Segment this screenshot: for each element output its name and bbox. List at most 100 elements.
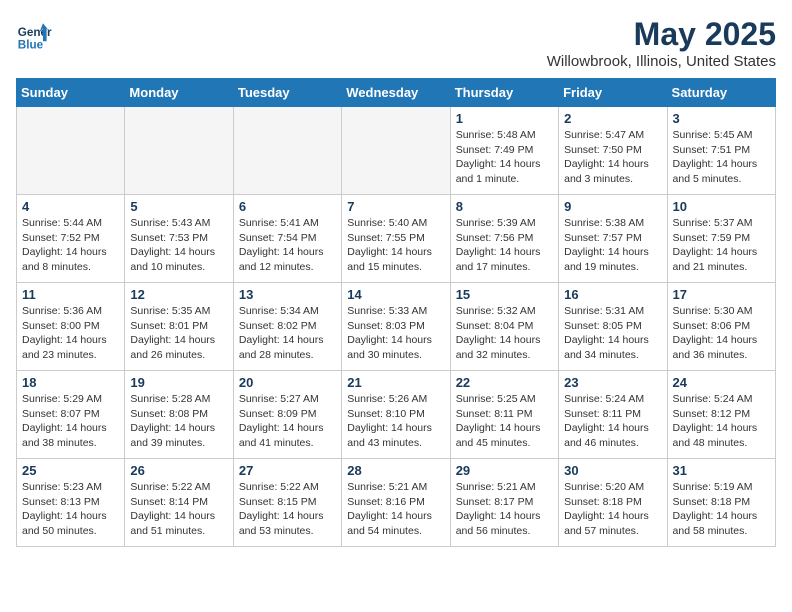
day-number: 14 [347,287,444,302]
page-header: General Blue May 2025 Willowbrook, Illin… [16,16,776,70]
day-cell [125,107,233,195]
day-info: Sunrise: 5:24 AM Sunset: 8:11 PM Dayligh… [564,392,661,451]
day-number: 23 [564,375,661,390]
col-header-friday: Friday [559,79,667,107]
day-info: Sunrise: 5:22 AM Sunset: 8:15 PM Dayligh… [239,480,336,539]
day-number: 12 [130,287,227,302]
day-number: 28 [347,463,444,478]
col-header-wednesday: Wednesday [342,79,450,107]
col-header-monday: Monday [125,79,233,107]
day-number: 4 [22,199,119,214]
day-number: 5 [130,199,227,214]
day-info: Sunrise: 5:34 AM Sunset: 8:02 PM Dayligh… [239,304,336,363]
day-number: 22 [456,375,553,390]
calendar-subtitle: Willowbrook, Illinois, United States [547,53,776,70]
day-cell [342,107,450,195]
day-number: 8 [456,199,553,214]
day-cell: 19 Sunrise: 5:28 AM Sunset: 8:08 PM Dayli… [125,371,233,459]
day-number: 16 [564,287,661,302]
day-info: Sunrise: 5:27 AM Sunset: 8:09 PM Dayligh… [239,392,336,451]
day-number: 31 [673,463,770,478]
day-info: Sunrise: 5:24 AM Sunset: 8:12 PM Dayligh… [673,392,770,451]
day-number: 3 [673,111,770,126]
day-info: Sunrise: 5:28 AM Sunset: 8:08 PM Dayligh… [130,392,227,451]
day-info: Sunrise: 5:22 AM Sunset: 8:14 PM Dayligh… [130,480,227,539]
day-info: Sunrise: 5:41 AM Sunset: 7:54 PM Dayligh… [239,216,336,275]
day-number: 24 [673,375,770,390]
col-header-sunday: Sunday [17,79,125,107]
day-cell: 4 Sunrise: 5:44 AM Sunset: 7:52 PM Daylig… [17,195,125,283]
day-number: 1 [456,111,553,126]
day-info: Sunrise: 5:36 AM Sunset: 8:00 PM Dayligh… [22,304,119,363]
day-number: 27 [239,463,336,478]
day-number: 26 [130,463,227,478]
day-cell: 8 Sunrise: 5:39 AM Sunset: 7:56 PM Daylig… [450,195,558,283]
day-info: Sunrise: 5:21 AM Sunset: 8:17 PM Dayligh… [456,480,553,539]
day-info: Sunrise: 5:37 AM Sunset: 7:59 PM Dayligh… [673,216,770,275]
day-cell: 17 Sunrise: 5:30 AM Sunset: 8:06 PM Dayli… [667,283,775,371]
svg-text:Blue: Blue [18,38,44,51]
day-cell: 3 Sunrise: 5:45 AM Sunset: 7:51 PM Daylig… [667,107,775,195]
day-info: Sunrise: 5:29 AM Sunset: 8:07 PM Dayligh… [22,392,119,451]
week-row-3: 11Sunrise: 5:36 AM Sunset: 8:00 PM Dayli… [17,283,776,371]
day-info: Sunrise: 5:45 AM Sunset: 7:51 PM Dayligh… [673,128,770,187]
day-cell: 9 Sunrise: 5:38 AM Sunset: 7:57 PM Daylig… [559,195,667,283]
day-cell: 11Sunrise: 5:36 AM Sunset: 8:00 PM Dayli… [17,283,125,371]
day-number: 19 [130,375,227,390]
day-info: Sunrise: 5:44 AM Sunset: 7:52 PM Dayligh… [22,216,119,275]
day-cell: 10 Sunrise: 5:37 AM Sunset: 7:59 PM Dayli… [667,195,775,283]
day-info: Sunrise: 5:40 AM Sunset: 7:55 PM Dayligh… [347,216,444,275]
day-number: 17 [673,287,770,302]
col-header-thursday: Thursday [450,79,558,107]
day-info: Sunrise: 5:30 AM Sunset: 8:06 PM Dayligh… [673,304,770,363]
calendar-title: May 2025 [547,16,776,53]
day-cell [17,107,125,195]
day-cell: 14 Sunrise: 5:33 AM Sunset: 8:03 PM Dayli… [342,283,450,371]
day-number: 30 [564,463,661,478]
day-cell: 26 Sunrise: 5:22 AM Sunset: 8:14 PM Dayli… [125,459,233,547]
day-cell: 12 Sunrise: 5:35 AM Sunset: 8:01 PM Dayli… [125,283,233,371]
svg-text:General: General [18,26,52,39]
day-info: Sunrise: 5:31 AM Sunset: 8:05 PM Dayligh… [564,304,661,363]
day-number: 21 [347,375,444,390]
day-info: Sunrise: 5:35 AM Sunset: 8:01 PM Dayligh… [130,304,227,363]
week-row-2: 4 Sunrise: 5:44 AM Sunset: 7:52 PM Daylig… [17,195,776,283]
day-info: Sunrise: 5:48 AM Sunset: 7:49 PM Dayligh… [456,128,553,187]
day-cell: 5 Sunrise: 5:43 AM Sunset: 7:53 PM Daylig… [125,195,233,283]
title-block: May 2025 Willowbrook, Illinois, United S… [547,16,776,70]
logo-icon: General Blue [16,16,52,52]
day-info: Sunrise: 5:20 AM Sunset: 8:18 PM Dayligh… [564,480,661,539]
day-info: Sunrise: 5:43 AM Sunset: 7:53 PM Dayligh… [130,216,227,275]
week-row-4: 18 Sunrise: 5:29 AM Sunset: 8:07 PM Dayli… [17,371,776,459]
day-cell: 28 Sunrise: 5:21 AM Sunset: 8:16 PM Dayli… [342,459,450,547]
day-info: Sunrise: 5:19 AM Sunset: 8:18 PM Dayligh… [673,480,770,539]
day-cell: 7 Sunrise: 5:40 AM Sunset: 7:55 PM Daylig… [342,195,450,283]
day-cell [233,107,341,195]
day-cell: 16 Sunrise: 5:31 AM Sunset: 8:05 PM Dayli… [559,283,667,371]
day-number: 7 [347,199,444,214]
day-cell: 29 Sunrise: 5:21 AM Sunset: 8:17 PM Dayli… [450,459,558,547]
day-cell: 25Sunrise: 5:23 AM Sunset: 8:13 PM Dayli… [17,459,125,547]
day-info: Sunrise: 5:39 AM Sunset: 7:56 PM Dayligh… [456,216,553,275]
day-cell: 21 Sunrise: 5:26 AM Sunset: 8:10 PM Dayli… [342,371,450,459]
day-number: 29 [456,463,553,478]
week-row-1: 1 Sunrise: 5:48 AM Sunset: 7:49 PM Daylig… [17,107,776,195]
day-cell: 27 Sunrise: 5:22 AM Sunset: 8:15 PM Dayli… [233,459,341,547]
day-info: Sunrise: 5:23 AM Sunset: 8:13 PM Dayligh… [22,480,119,539]
day-cell: 1 Sunrise: 5:48 AM Sunset: 7:49 PM Daylig… [450,107,558,195]
day-cell: 23 Sunrise: 5:24 AM Sunset: 8:11 PM Dayli… [559,371,667,459]
day-info: Sunrise: 5:47 AM Sunset: 7:50 PM Dayligh… [564,128,661,187]
logo: General Blue [16,16,52,52]
day-cell: 22Sunrise: 5:25 AM Sunset: 8:11 PM Dayli… [450,371,558,459]
day-info: Sunrise: 5:38 AM Sunset: 7:57 PM Dayligh… [564,216,661,275]
day-info: Sunrise: 5:26 AM Sunset: 8:10 PM Dayligh… [347,392,444,451]
day-cell: 31 Sunrise: 5:19 AM Sunset: 8:18 PM Dayli… [667,459,775,547]
day-info: Sunrise: 5:33 AM Sunset: 8:03 PM Dayligh… [347,304,444,363]
day-number: 18 [22,375,119,390]
day-number: 9 [564,199,661,214]
day-number: 10 [673,199,770,214]
day-info: Sunrise: 5:21 AM Sunset: 8:16 PM Dayligh… [347,480,444,539]
day-cell: 13Sunrise: 5:34 AM Sunset: 8:02 PM Dayli… [233,283,341,371]
week-row-5: 25Sunrise: 5:23 AM Sunset: 8:13 PM Dayli… [17,459,776,547]
day-info: Sunrise: 5:32 AM Sunset: 8:04 PM Dayligh… [456,304,553,363]
